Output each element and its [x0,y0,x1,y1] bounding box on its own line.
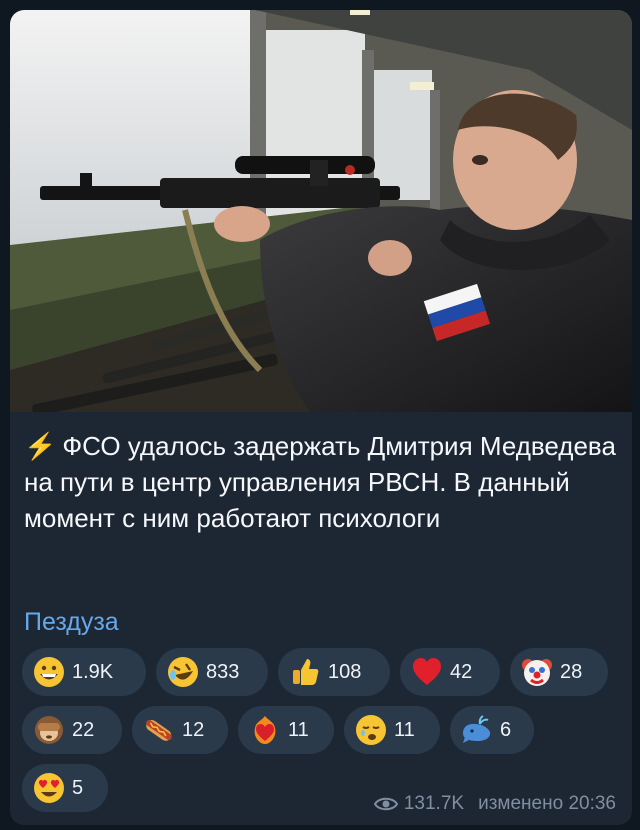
views-count: 131.7K [403,793,465,814]
eye-icon [373,797,398,811]
reaction-count: 42 [450,660,473,683]
reaction-monkey[interactable]: 22 [22,706,122,754]
message-bubble: ⚡ ФСО удалось задержать Дмитрия Медведева… [10,10,632,825]
reaction-count: 108 [328,660,362,683]
thumbs-up-icon [288,655,322,689]
reactions-row-2: 22 12 11 11 6 [22,706,622,754]
reaction-whale[interactable]: 6 [450,706,534,754]
lightning-icon: ⚡ [24,431,57,461]
reaction-count: 12 [182,718,205,741]
reaction-heart-on-fire[interactable]: 11 [238,706,334,754]
red-heart-icon [410,655,444,689]
reactions-row-1: 1.9K 833 108 42 28 [22,648,622,696]
reaction-count: 6 [500,718,512,741]
reaction-count: 11 [394,718,415,741]
post-body: ФСО удалось задержать Дмитрия Медведева … [24,431,616,533]
reaction-rofl[interactable]: 833 [156,648,268,696]
see-no-evil-monkey-icon [32,713,66,747]
rolling-laughing-face-icon [166,655,200,689]
channel-signature-link[interactable]: Пездуза [24,608,119,637]
heart-on-fire-icon [248,713,282,747]
edited-timestamp: изменено 20:36 [478,793,616,814]
reaction-count: 28 [560,660,583,683]
reaction-count: 833 [206,660,240,683]
hot-dog-icon [142,713,176,747]
reaction-thumbs-up[interactable]: 108 [278,648,390,696]
post-text: ⚡ ФСО удалось задержать Дмитрия Медведева… [24,428,618,536]
reaction-count: 1.9K [72,660,114,683]
grinning-face-icon [32,655,66,689]
reaction-sleepy[interactable]: 11 [344,706,440,754]
message-meta: 131.7K изменено 20:36 [373,793,616,815]
reaction-count: 11 [288,718,309,741]
reaction-heart[interactable]: 42 [400,648,500,696]
sleepy-face-icon [354,713,388,747]
reaction-clown[interactable]: 28 [510,648,608,696]
reaction-hot-dog[interactable]: 12 [132,706,228,754]
reaction-heart-eyes[interactable]: 5 [22,764,108,812]
heart-eyes-face-icon [32,771,66,805]
clown-face-icon [520,655,554,689]
reaction-count: 5 [72,776,84,799]
post-photo[interactable] [10,10,632,412]
reaction-count: 22 [72,718,95,741]
reaction-grinning[interactable]: 1.9K [22,648,146,696]
whale-icon [460,713,494,747]
